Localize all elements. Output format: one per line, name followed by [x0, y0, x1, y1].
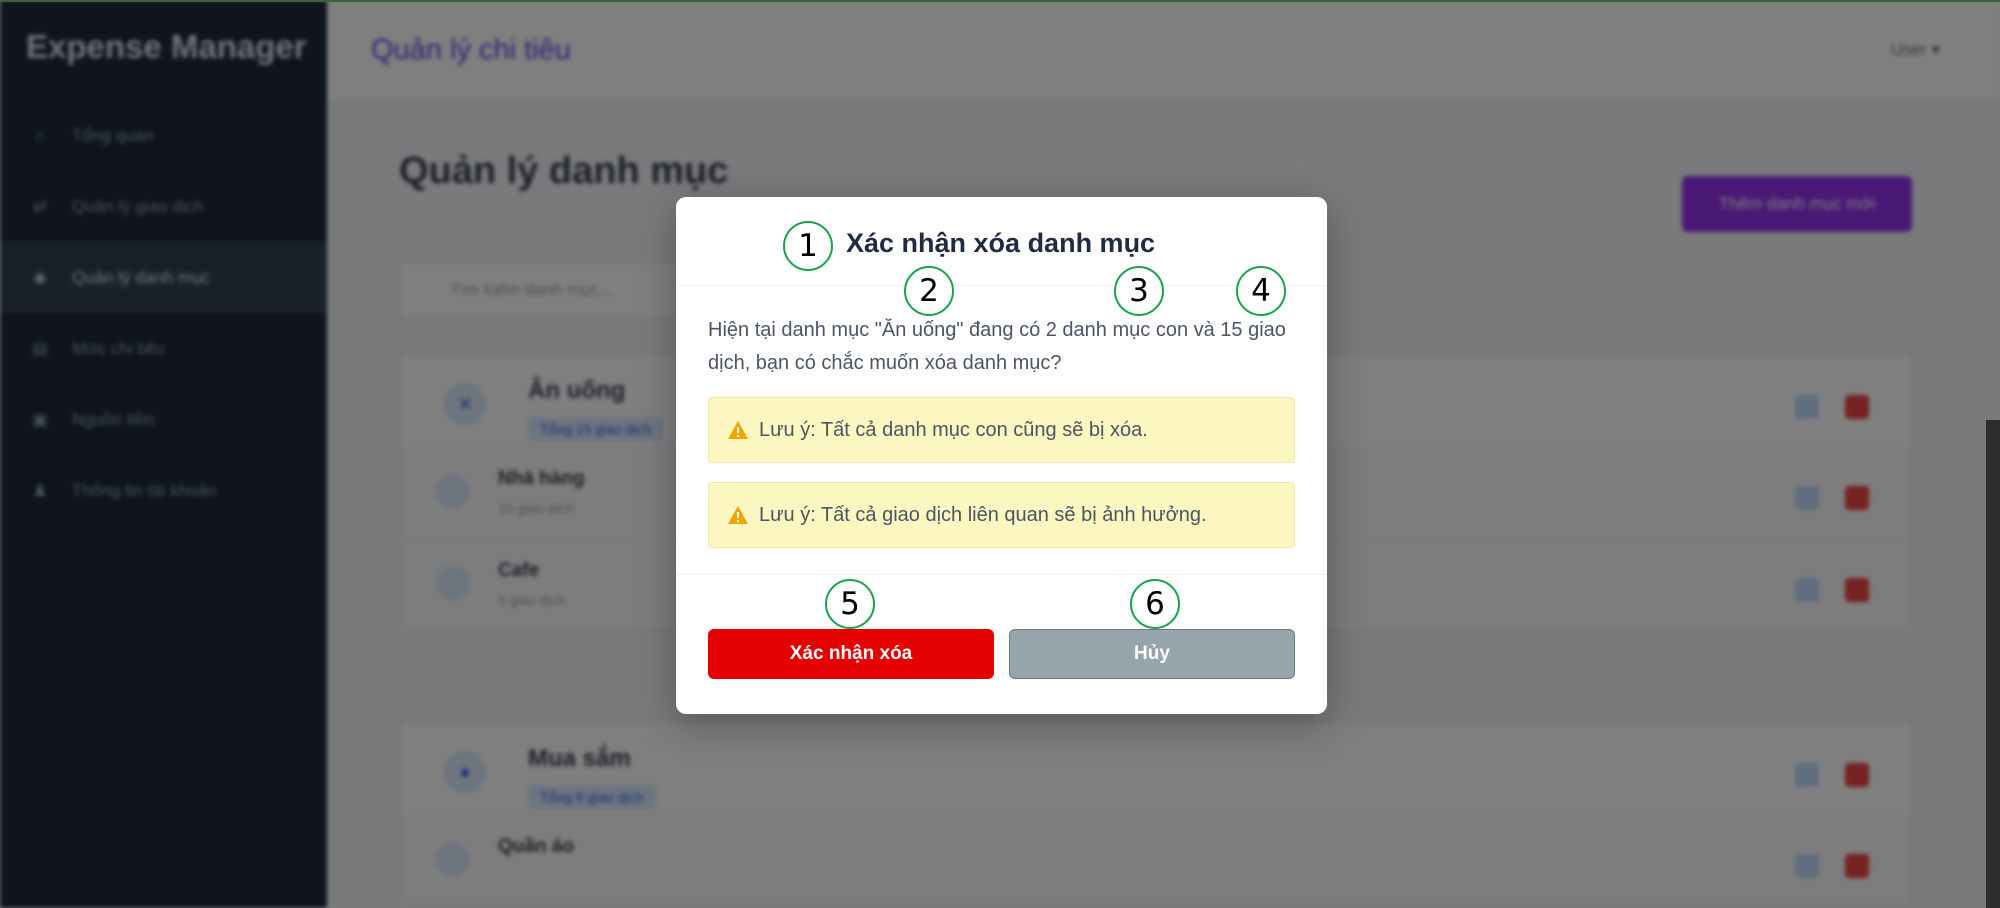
- dialog-title: Xác nhận xóa danh mục: [846, 228, 1156, 258]
- dialog-body: Hiện tại danh mục "Ăn uống" đang có 2 da…: [676, 286, 1327, 575]
- callout-marker-1: 1: [783, 221, 833, 271]
- warning-icon: [728, 421, 748, 439]
- warning-box-transactions: Lưu ý: Tất cả giao dịch liên quan sẽ bị …: [708, 482, 1295, 548]
- warning-text: Lưu ý: Tất cả danh mục con cũng sẽ bị xó…: [759, 418, 1148, 441]
- callout-marker-5: 5: [825, 579, 875, 629]
- delete-confirm-dialog: Xác nhận xóa danh mục Hiện tại danh mục …: [676, 197, 1327, 714]
- dialog-header: Xác nhận xóa danh mục: [676, 197, 1327, 286]
- warning-icon: [728, 506, 748, 524]
- warning-box-subcategories: Lưu ý: Tất cả danh mục con cũng sẽ bị xó…: [708, 397, 1295, 463]
- callout-marker-4: 4: [1236, 266, 1286, 316]
- warning-text: Lưu ý: Tất cả giao dịch liên quan sẽ bị …: [759, 503, 1207, 526]
- confirm-delete-button[interactable]: Xác nhận xóa: [708, 629, 994, 679]
- callout-marker-6: 6: [1130, 579, 1180, 629]
- callout-marker-2: 2: [904, 266, 954, 316]
- dialog-footer: Xác nhận xóa Hủy: [676, 575, 1327, 714]
- callout-marker-3: 3: [1114, 266, 1164, 316]
- scrollbar[interactable]: [1986, 420, 2000, 908]
- dialog-message: Hiện tại danh mục "Ăn uống" đang có 2 da…: [708, 319, 1286, 374]
- window-top-border: [0, 0, 2000, 2]
- cancel-button[interactable]: Hủy: [1009, 629, 1295, 679]
